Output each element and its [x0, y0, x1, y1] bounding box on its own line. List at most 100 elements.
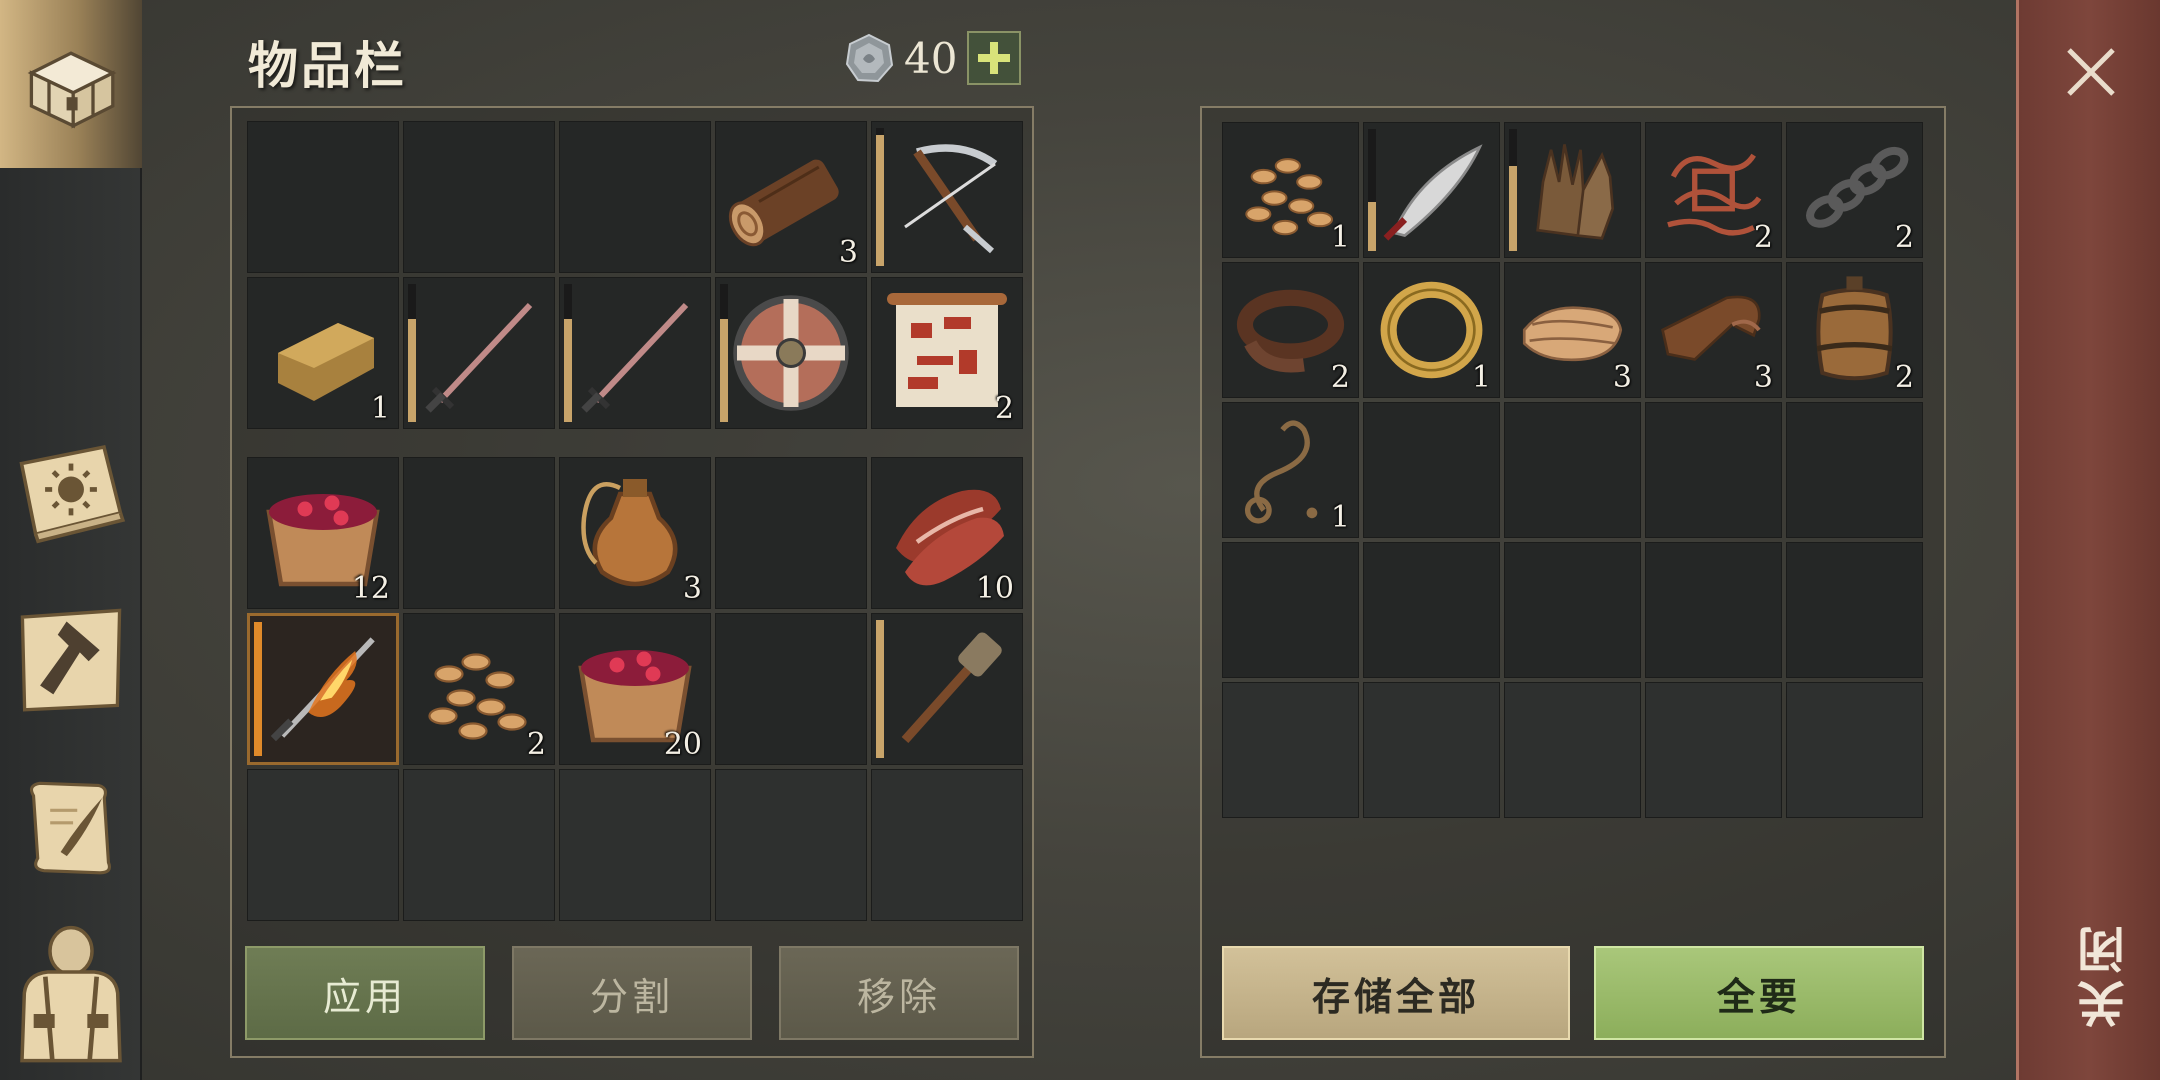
inventory-slot[interactable]: [559, 769, 711, 921]
close-panel[interactable]: 关闭: [2016, 0, 2160, 1080]
chest-icon: [27, 51, 117, 129]
inventory-slot[interactable]: [715, 457, 867, 609]
inventory-slot[interactable]: [247, 769, 399, 921]
inventory-slot[interactable]: [715, 277, 867, 429]
item-quantity: 1: [370, 391, 390, 426]
storage-slot[interactable]: [1363, 402, 1500, 538]
inventory-slot[interactable]: [715, 613, 867, 765]
inventory-slot[interactable]: 12: [247, 457, 399, 609]
storage-slot[interactable]: [1645, 542, 1782, 678]
inventory-slot[interactable]: [403, 277, 555, 429]
journal-tab[interactable]: [8, 430, 134, 556]
character-tab[interactable]: [8, 925, 134, 1063]
add-currency-button[interactable]: [967, 31, 1022, 85]
inventory-slot[interactable]: 3: [715, 121, 867, 273]
plus-icon: [978, 42, 1011, 74]
split-button[interactable]: 分割: [512, 946, 752, 1040]
inventory-slot[interactable]: [871, 613, 1023, 765]
leather-gloves-icon: [1536, 144, 1615, 240]
inventory-slot[interactable]: [247, 121, 399, 273]
storage-slot[interactable]: [1504, 122, 1641, 258]
apply-button[interactable]: 应用: [245, 946, 485, 1040]
inventory-slot[interactable]: [715, 769, 867, 921]
crossbow-icon: [904, 144, 998, 254]
inventory-slot[interactable]: [403, 121, 555, 273]
item-quantity: 1: [1330, 220, 1350, 255]
storage-slot[interactable]: 2: [1786, 262, 1923, 398]
durability-bar: [1509, 129, 1517, 251]
torch-club-icon: [901, 632, 1002, 743]
take-all-button[interactable]: 全要: [1594, 946, 1924, 1040]
storage-slot[interactable]: [1504, 682, 1641, 818]
storage-slot[interactable]: [1363, 122, 1500, 258]
store-all-button[interactable]: 存储全部: [1222, 946, 1570, 1040]
item-quantity: 10: [975, 571, 1014, 606]
durability-bar: [408, 284, 416, 422]
inventory-slot[interactable]: 20: [559, 613, 711, 765]
storage-slot[interactable]: [1645, 682, 1782, 818]
inventory-tab[interactable]: [0, 0, 142, 168]
storage-slot[interactable]: 3: [1645, 262, 1782, 398]
storage-slot[interactable]: [1363, 542, 1500, 678]
storage-slot[interactable]: [1504, 402, 1641, 538]
storage-slot[interactable]: 1: [1363, 262, 1500, 398]
inventory-slot[interactable]: [403, 457, 555, 609]
item-quantity: 2: [994, 391, 1014, 426]
storage-slot[interactable]: 1: [1222, 402, 1359, 538]
inventory-slot[interactable]: 10: [871, 457, 1023, 609]
side-menu: [0, 0, 142, 1080]
scimitar-icon: [1383, 144, 1483, 241]
inventory-slot[interactable]: [559, 121, 711, 273]
item-quantity: 2: [1894, 360, 1914, 395]
storage-slot[interactable]: [1786, 402, 1923, 538]
inventory-slot[interactable]: 2: [871, 277, 1023, 429]
item-quantity: 3: [682, 571, 702, 606]
recipes-tab[interactable]: [8, 764, 134, 890]
inventory-slot[interactable]: 1: [247, 277, 399, 429]
silver-coin-icon: [845, 33, 894, 83]
storage-slot[interactable]: 3: [1504, 262, 1641, 398]
currency-amount: 40: [904, 33, 958, 83]
inventory-slot[interactable]: [871, 769, 1023, 921]
storage-slot[interactable]: 2: [1786, 122, 1923, 258]
inventory-slot[interactable]: [871, 121, 1023, 273]
sword-icon: [425, 302, 533, 413]
item-quantity: 2: [526, 727, 546, 762]
durability-bar: [720, 284, 728, 422]
storage-slot[interactable]: [1504, 542, 1641, 678]
item-quantity: 1: [1330, 500, 1350, 535]
storage-slot[interactable]: [1645, 402, 1782, 538]
storage-slot[interactable]: 2: [1645, 122, 1782, 258]
storage-slot[interactable]: [1786, 542, 1923, 678]
remove-button[interactable]: 移除: [779, 946, 1019, 1040]
durability-bar: [564, 284, 572, 422]
currency-display: 40: [844, 30, 1022, 86]
inventory-slot[interactable]: 2: [403, 613, 555, 765]
close-icon[interactable]: [2059, 40, 2123, 104]
item-quantity: 2: [1894, 220, 1914, 255]
inventory-slot[interactable]: 3: [559, 457, 711, 609]
durability-bar: [254, 622, 262, 756]
inventory-grid-equipment: 3 1 2: [247, 121, 1023, 429]
inventory-slot[interactable]: [247, 613, 399, 765]
inventory-slot[interactable]: [403, 769, 555, 921]
inventory-slot[interactable]: [559, 277, 711, 429]
storage-slot[interactable]: [1222, 682, 1359, 818]
storage-slot[interactable]: [1222, 542, 1359, 678]
storage-slot[interactable]: 2: [1222, 262, 1359, 398]
close-label[interactable]: 关闭: [2071, 920, 2141, 1028]
sun-book-icon: [19, 445, 126, 544]
flame-sword-icon: [270, 637, 375, 742]
durability-bar: [876, 620, 884, 758]
crafting-tab[interactable]: [8, 596, 134, 722]
storage-slot[interactable]: 1: [1222, 122, 1359, 258]
item-quantity: 2: [1330, 360, 1350, 395]
item-quantity: 12: [351, 571, 390, 606]
item-quantity: 3: [1612, 360, 1632, 395]
durability-bar: [876, 128, 884, 266]
storage-slot[interactable]: [1363, 682, 1500, 818]
storage-grid: 1 2 2 2 1 3 3 2 1: [1222, 122, 1923, 818]
character-backpack-icon: [20, 925, 122, 1063]
storage-slot[interactable]: [1786, 682, 1923, 818]
round-shield-icon: [733, 295, 849, 411]
